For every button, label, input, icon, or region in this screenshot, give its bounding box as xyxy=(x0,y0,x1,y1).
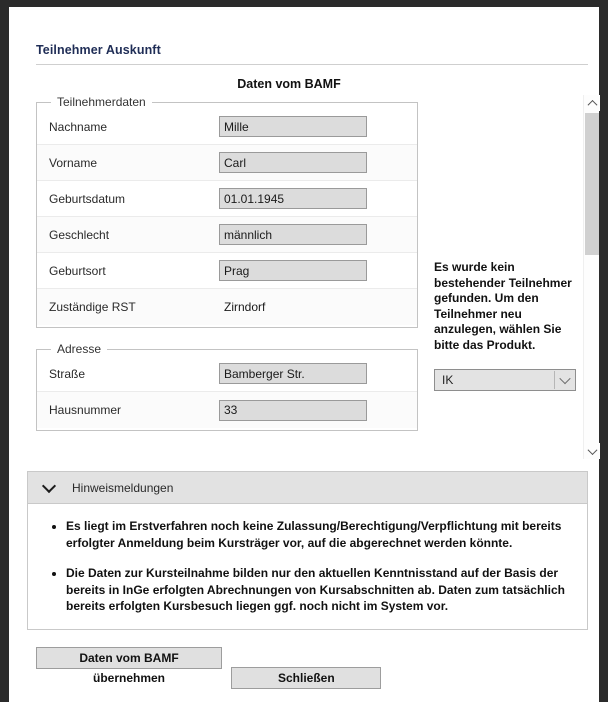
fieldset-legend-adresse: Adresse xyxy=(57,342,102,356)
label-vorname: Vorname xyxy=(49,155,98,170)
label-geburtsdatum: Geburtsdatum xyxy=(49,191,126,206)
submit-bamf-data-button[interactable]: Daten vom BAMF übernehmen xyxy=(36,647,222,685)
label-nachname: Nachname xyxy=(49,119,108,134)
field-row-geschlecht: Geschlecht xyxy=(37,217,417,253)
list-item: Es liegt im Erstverfahren noch keine Zul… xyxy=(66,518,569,551)
scroll-down-arrow-icon[interactable] xyxy=(584,443,600,459)
hints-panel-title: Hinweismeldungen xyxy=(72,480,174,495)
field-row-strasse: Straße xyxy=(37,356,417,392)
scroll-up-arrow-icon[interactable] xyxy=(584,95,600,111)
fieldset-legend-teilnehmerdaten: Teilnehmerdaten xyxy=(57,95,146,109)
form-scroll-region[interactable]: Teilnehmerdaten Nachname Vorname Geburts… xyxy=(36,95,588,459)
field-row-zustaendige-rst: Zuständige RST Zirndorf xyxy=(37,289,417,325)
input-nachname[interactable] xyxy=(219,116,367,137)
value-zustaendige-rst: Zirndorf xyxy=(224,300,266,314)
label-geschlecht: Geschlecht xyxy=(49,227,110,242)
field-row-geburtsort: Geburtsort xyxy=(37,253,417,289)
scrollbar-thumb[interactable] xyxy=(585,113,599,255)
notice-panel: Es wurde kein bestehender Teilnehmer gef… xyxy=(434,95,584,391)
hints-list: Es liegt im Erstverfahren noch keine Zul… xyxy=(40,518,569,615)
notice-message: Es wurde kein bestehender Teilnehmer gef… xyxy=(434,260,572,352)
dialog-page: Teilnehmer Auskunft Daten vom BAMF Teiln… xyxy=(9,7,600,702)
fieldset-adresse: Adresse Straße Hausnummer xyxy=(36,342,418,431)
label-hausnummer: Hausnummer xyxy=(49,403,122,417)
chevron-down-icon xyxy=(41,478,57,494)
field-row-nachname: Nachname xyxy=(37,109,417,145)
hints-panel: Hinweismeldungen Es liegt im Erstverfahr… xyxy=(27,471,588,630)
input-hausnummer[interactable] xyxy=(219,399,367,421)
form-scrollbar[interactable] xyxy=(583,95,600,459)
hints-panel-body: Es liegt im Erstverfahren noch keine Zul… xyxy=(28,504,587,629)
input-strasse[interactable] xyxy=(219,363,367,384)
input-geburtsort[interactable] xyxy=(219,260,367,281)
footer-button-bar: Daten vom BAMF übernehmen Schließen xyxy=(36,647,382,689)
label-geburtsort: Geburtsort xyxy=(49,263,106,278)
close-button[interactable]: Schließen xyxy=(231,667,382,689)
fieldset-teilnehmerdaten: Teilnehmerdaten Nachname Vorname Geburts… xyxy=(36,95,418,328)
product-select-value: IK xyxy=(442,373,454,387)
title-divider xyxy=(36,64,588,65)
label-strasse: Straße xyxy=(49,366,86,381)
section-heading: Daten vom BAMF xyxy=(237,77,341,91)
field-row-vorname: Vorname xyxy=(37,145,417,181)
product-select[interactable]: IK xyxy=(434,369,576,391)
input-geschlecht[interactable] xyxy=(219,224,367,245)
field-row-geburtsdatum: Geburtsdatum xyxy=(37,181,417,217)
chevron-down-icon xyxy=(554,371,574,389)
page-title: Teilnehmer Auskunft xyxy=(36,43,161,57)
input-vorname[interactable] xyxy=(219,152,367,173)
label-zustaendige-rst: Zuständige RST xyxy=(49,300,136,314)
field-row-hausnummer: Hausnummer xyxy=(37,392,417,428)
list-item: Die Daten zur Kursteilnahme bilden nur d… xyxy=(66,565,569,615)
input-geburtsdatum[interactable] xyxy=(219,188,367,209)
hints-panel-header[interactable]: Hinweismeldungen xyxy=(28,472,587,504)
form-column: Teilnehmerdaten Nachname Vorname Geburts… xyxy=(36,95,418,445)
